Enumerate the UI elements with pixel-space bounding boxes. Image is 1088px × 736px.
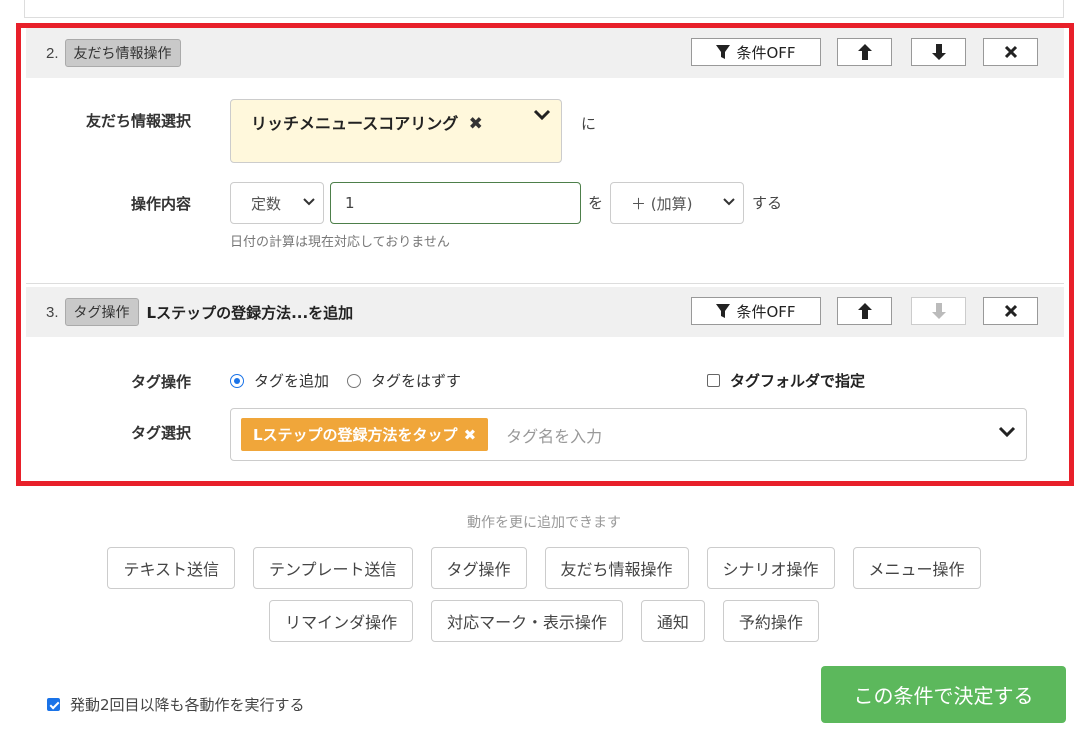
date-calc-hint: 日付の計算は現在対応しておりません xyxy=(230,235,450,250)
tag-search-input[interactable]: タグ名を入力 xyxy=(506,423,602,447)
filter-icon xyxy=(716,304,731,318)
friend-field-select[interactable]: リッチメニュースコアリング ✖ xyxy=(230,99,562,163)
delete-step-button[interactable] xyxy=(983,297,1038,325)
arrow-down-icon xyxy=(931,303,946,319)
repeat-actions-option: 発動2回目以降も各動作を実行する xyxy=(47,694,305,715)
chevron-down-icon xyxy=(998,426,1016,438)
tag-select-field[interactable]: Lステップの登録方法をタップ ✖ タグ名を入力 xyxy=(230,408,1027,461)
move-up-button[interactable] xyxy=(837,38,892,66)
tag-folder-label: タグフォルダで指定 xyxy=(730,372,866,390)
decide-button[interactable]: この条件で決定する xyxy=(821,666,1066,723)
move-up-button[interactable] xyxy=(837,297,892,325)
radio-remove-tag-label: タグをはずす xyxy=(371,372,462,390)
repeat-actions-checkbox[interactable] xyxy=(47,698,60,711)
step-number: 2. xyxy=(46,44,59,62)
delete-step-button[interactable] xyxy=(983,38,1038,66)
tag-folder-checkbox[interactable] xyxy=(707,374,720,387)
remove-tag-icon[interactable]: ✖ xyxy=(464,426,477,444)
condition-toggle-button[interactable]: 条件OFF xyxy=(691,297,821,325)
chevron-down-icon xyxy=(533,109,551,121)
operation-method-select[interactable]: ＋ (加算) xyxy=(610,182,744,224)
radio-remove-tag[interactable] xyxy=(347,373,362,388)
move-down-button[interactable] xyxy=(911,38,966,66)
add-tag-operation-button[interactable]: タグ操作 xyxy=(430,547,527,589)
step-title: Lステップの登録方法...を追加 xyxy=(146,303,354,322)
step-number: 3. xyxy=(46,303,59,321)
remove-field-icon[interactable]: ✖ xyxy=(469,114,483,134)
operation-suffix: する xyxy=(752,194,783,212)
operation-type-select[interactable]: 定数 xyxy=(230,182,324,224)
add-actions-row-2: リマインダ操作 対応マーク・表示操作 通知 予約操作 xyxy=(0,600,1088,642)
add-reservation-button[interactable]: 予約操作 xyxy=(722,600,819,642)
previous-step-bottom xyxy=(24,0,1064,18)
close-icon xyxy=(1004,304,1017,318)
radio-add-tag[interactable] xyxy=(230,373,244,388)
add-actions-caption: 動作を更に追加できます xyxy=(467,515,621,531)
tag-operation-label: タグ操作 xyxy=(130,373,191,391)
arrow-up-icon xyxy=(857,303,872,319)
selected-tag-pill: Lステップの登録方法をタップ ✖ xyxy=(241,418,489,451)
add-menu-button[interactable]: メニュー操作 xyxy=(852,547,981,589)
add-actions-row-1: テキスト送信 テンプレート送信 タグ操作 友だち情報操作 シナリオ操作 メニュー… xyxy=(0,547,1088,589)
filter-icon xyxy=(716,45,731,59)
step-3-header: 3. タグ操作 Lステップの登録方法...を追加 条件OFF xyxy=(26,287,1064,337)
step-type-chip: 友だち情報操作 xyxy=(64,39,181,67)
field-suffix: に xyxy=(581,115,597,133)
add-notify-button[interactable]: 通知 xyxy=(640,600,705,642)
tag-operation-radios: タグを追加 タグをはずす xyxy=(230,370,461,391)
repeat-actions-label: 発動2回目以降も各動作を実行する xyxy=(70,696,305,714)
add-reminder-button[interactable]: リマインダ操作 xyxy=(269,600,414,642)
tag-select-label: タグ選択 xyxy=(130,424,191,442)
add-friend-info-button[interactable]: 友だち情報操作 xyxy=(544,547,689,589)
arrow-up-icon xyxy=(857,44,872,60)
chevron-down-icon xyxy=(723,198,735,206)
step-type-chip: タグ操作 xyxy=(64,298,139,326)
add-text-send-button[interactable]: テキスト送信 xyxy=(107,547,235,589)
add-template-send-button[interactable]: テンプレート送信 xyxy=(252,547,413,589)
close-icon xyxy=(1004,45,1017,59)
highlight-frame: 2. 友だち情報操作 条件OFF 友だち情報選択 リッチメニュースコアリング ✖… xyxy=(16,23,1074,486)
divider xyxy=(26,283,1064,284)
step-2-header: 2. 友だち情報操作 条件OFF xyxy=(26,28,1064,78)
operation-particle: を xyxy=(588,194,604,212)
move-down-button xyxy=(911,297,966,325)
operation-value-input[interactable]: 1 xyxy=(330,182,581,224)
add-mark-display-button[interactable]: 対応マーク・表示操作 xyxy=(431,600,623,642)
operation-label: 操作内容 xyxy=(130,195,191,213)
arrow-down-icon xyxy=(931,44,946,60)
tag-folder-option: タグフォルダで指定 xyxy=(707,370,865,391)
radio-add-tag-label: タグを追加 xyxy=(254,372,330,390)
chevron-down-icon xyxy=(303,198,315,206)
add-scenario-button[interactable]: シナリオ操作 xyxy=(706,547,835,589)
friend-field-label: 友だち情報選択 xyxy=(85,112,191,130)
friend-field-value: リッチメニュースコアリング xyxy=(251,114,459,133)
condition-toggle-button[interactable]: 条件OFF xyxy=(691,38,821,66)
